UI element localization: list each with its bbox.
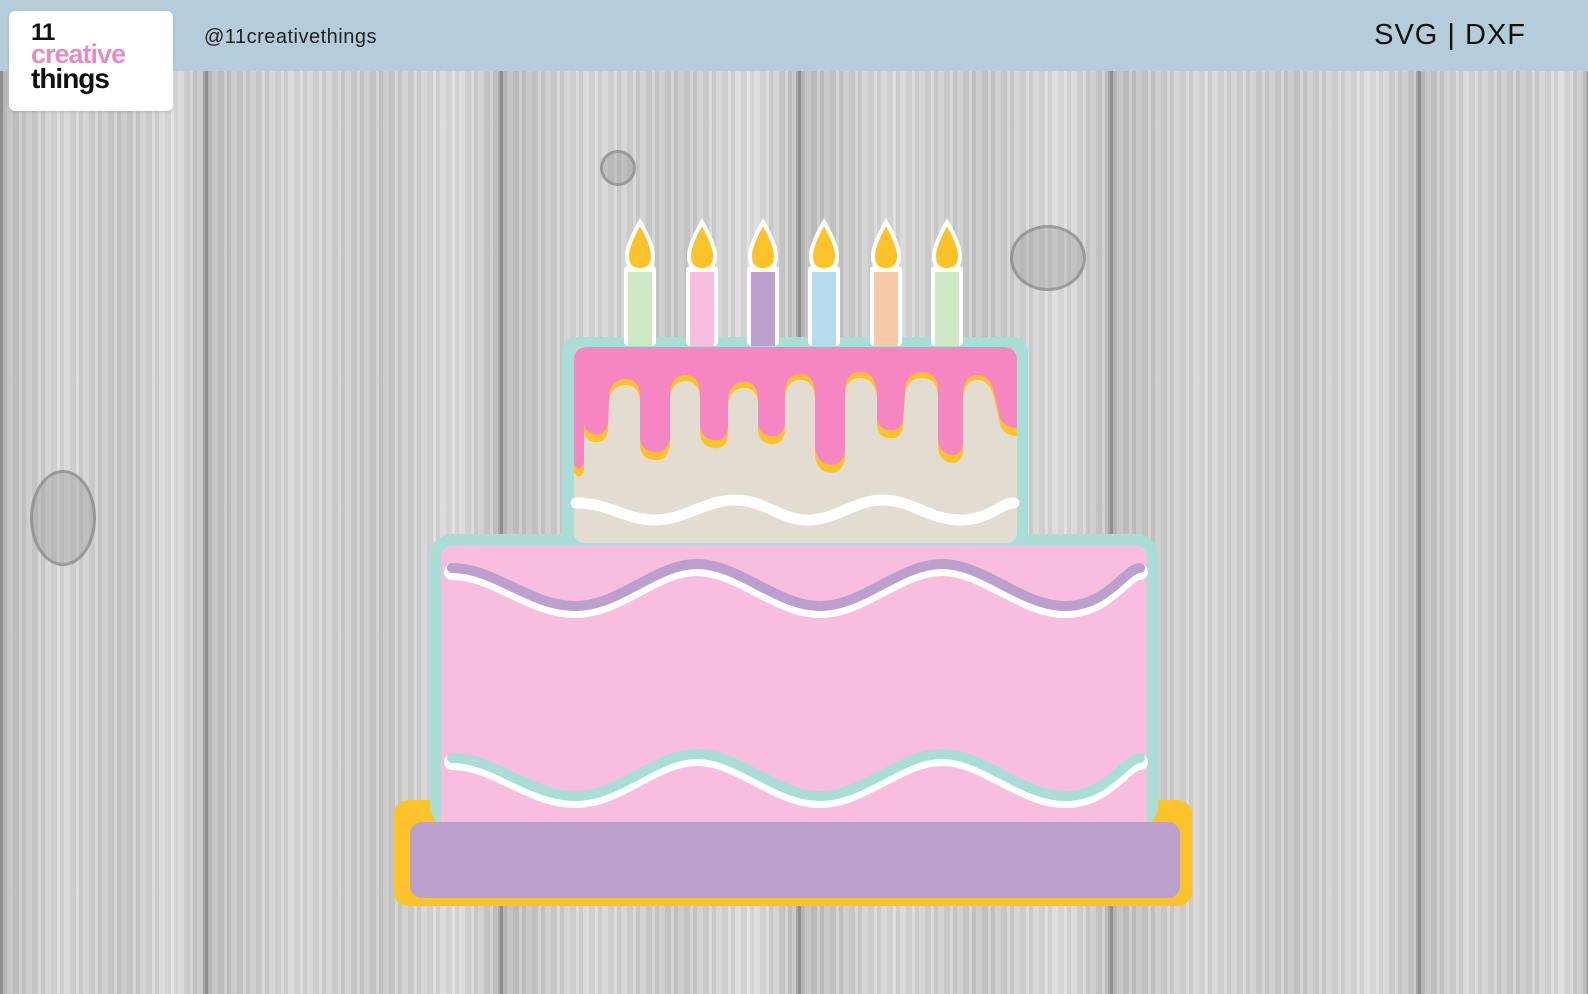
birthday-cake-icon	[394, 217, 1192, 906]
cake-board	[410, 822, 1180, 898]
candle-icon	[747, 217, 779, 346]
flame-icon	[870, 217, 902, 273]
flame-icon	[808, 217, 840, 273]
flame-icon	[624, 217, 656, 273]
flame-icon	[931, 217, 963, 273]
flame-icon	[686, 217, 718, 273]
candle-icon	[686, 217, 718, 346]
candle-icon	[808, 217, 840, 346]
candle-icon	[870, 217, 902, 346]
candle-icon	[624, 217, 656, 346]
candle-icon	[931, 217, 963, 346]
flame-icon	[747, 217, 779, 273]
